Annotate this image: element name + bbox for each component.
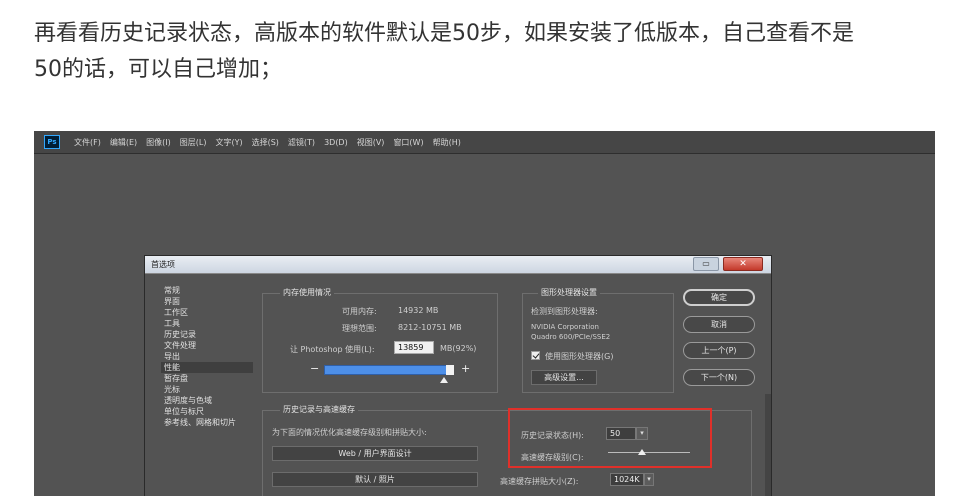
memory-slider-thumb[interactable] [440,377,448,383]
red-highlight-annotation [508,408,712,468]
dialog-titlebar[interactable]: 首选项 ▭ ✕ [145,256,771,274]
cancel-button[interactable]: 取消 [683,316,755,333]
nav-item-file-handling[interactable]: 文件处理 [161,340,253,351]
use-gpu-label: 使用图形处理器(G) [545,352,614,361]
menu-select[interactable]: 选择(S) [252,137,279,148]
nav-item-scratch-disks[interactable]: 暂存盘 [161,373,253,384]
menu-file[interactable]: 文件(F) [74,137,101,148]
preferences-nav: 常规 界面 工作区 工具 历史记录 文件处理 导出 性能 暂存盘 光标 透明度与… [161,285,253,428]
tile-size-select[interactable]: 1024K [610,473,644,486]
menu-window[interactable]: 窗口(W) [393,137,423,148]
use-gpu-checkbox[interactable] [531,351,540,360]
available-ram-value: 14932 MB [398,306,439,315]
nav-item-cursors[interactable]: 光标 [161,384,253,395]
nav-item-performance[interactable]: 性能 [161,362,253,373]
nav-item-units-rulers[interactable]: 单位与标尺 [161,406,253,417]
nav-item-workspace[interactable]: 工作区 [161,307,253,318]
menu-view[interactable]: 视图(V) [357,137,385,148]
ok-button[interactable]: 确定 [683,289,755,306]
nav-item-general[interactable]: 常规 [161,285,253,296]
default-photos-button[interactable]: 默认 / 照片 [272,472,478,487]
menu-divider [34,153,935,154]
web-ui-design-button[interactable]: Web / 用户界面设计 [272,446,478,461]
close-icon[interactable]: ✕ [723,257,763,271]
article-line-1: 再看看历史记录状态，高版本的软件默认是50步，如果安装了低版本，自己查看不是 [34,21,854,46]
memory-usage-input[interactable]: 13859 [394,341,434,354]
tile-size-label: 高速缓存拼贴大小(Z): [500,477,579,486]
memory-group-title: 内存使用情况 [280,287,334,298]
memory-group [262,293,498,393]
nav-item-export[interactable]: 导出 [161,351,253,362]
menu-layer[interactable]: 图层(L) [180,137,207,148]
nav-item-history-log[interactable]: 历史记录 [161,329,253,340]
increase-memory-icon[interactable]: + [461,362,470,375]
menu-help[interactable]: 帮助(H) [433,137,461,148]
ideal-range-value: 8212-10751 MB [398,323,462,332]
memory-slider-fill[interactable] [324,365,454,375]
gpu-model: Quadro 600/PCIe/SSE2 [531,333,611,341]
nav-item-interface[interactable]: 界面 [161,296,253,307]
gpu-detected-label: 检测到图形处理器: [531,307,598,316]
decrease-memory-icon[interactable]: − [310,362,319,375]
let-photoshop-use-label: 让 Photoshop 使用(L): [290,345,375,354]
tile-chevron-down-icon[interactable]: ▾ [644,473,654,486]
menu-filter[interactable]: 滤镜(T) [288,137,315,148]
memory-slider-end [446,365,454,375]
menu-bar: Ps 文件(F) 编辑(E) 图像(I) 图层(L) 文字(Y) 选择(S) 滤… [34,131,935,153]
memory-unit-label: MB(92%) [440,344,477,353]
next-button[interactable]: 下一个(N) [683,369,755,386]
available-ram-label: 可用内存: [342,307,377,316]
article-paragraph: 再看看历史记录状态，高版本的软件默认是50步，如果安装了低版本，自己查看不是 5… [34,16,944,88]
article-line-2: 50的话，可以自己增加； [34,57,282,82]
nav-item-transparency[interactable]: 透明度与色域 [161,395,253,406]
menu-3d[interactable]: 3D(D) [324,138,348,147]
nav-item-tools[interactable]: 工具 [161,318,253,329]
gpu-group-title: 图形处理器设置 [538,287,600,298]
dialog-title: 首选项 [151,260,175,269]
nav-item-guides-grid[interactable]: 参考线、网格和切片 [161,417,253,428]
dialog-edge [765,394,771,496]
ideal-range-label: 理想范围: [342,324,377,333]
menu-image[interactable]: 图像(I) [146,137,171,148]
restore-icon[interactable]: ▭ [693,257,719,271]
advanced-settings-button[interactable]: 高级设置... [531,370,597,385]
prev-button[interactable]: 上一个(P) [683,342,755,359]
menu-type[interactable]: 文字(Y) [215,137,242,148]
photoshop-logo-icon: Ps [44,135,60,149]
gpu-vendor: NVIDIA Corporation [531,323,599,331]
history-cache-group-title: 历史记录与高速缓存 [280,404,358,415]
menu-edit[interactable]: 编辑(E) [110,137,137,148]
optimize-hint: 为下面的情况优化高速缓存级别和拼贴大小: [272,428,427,437]
